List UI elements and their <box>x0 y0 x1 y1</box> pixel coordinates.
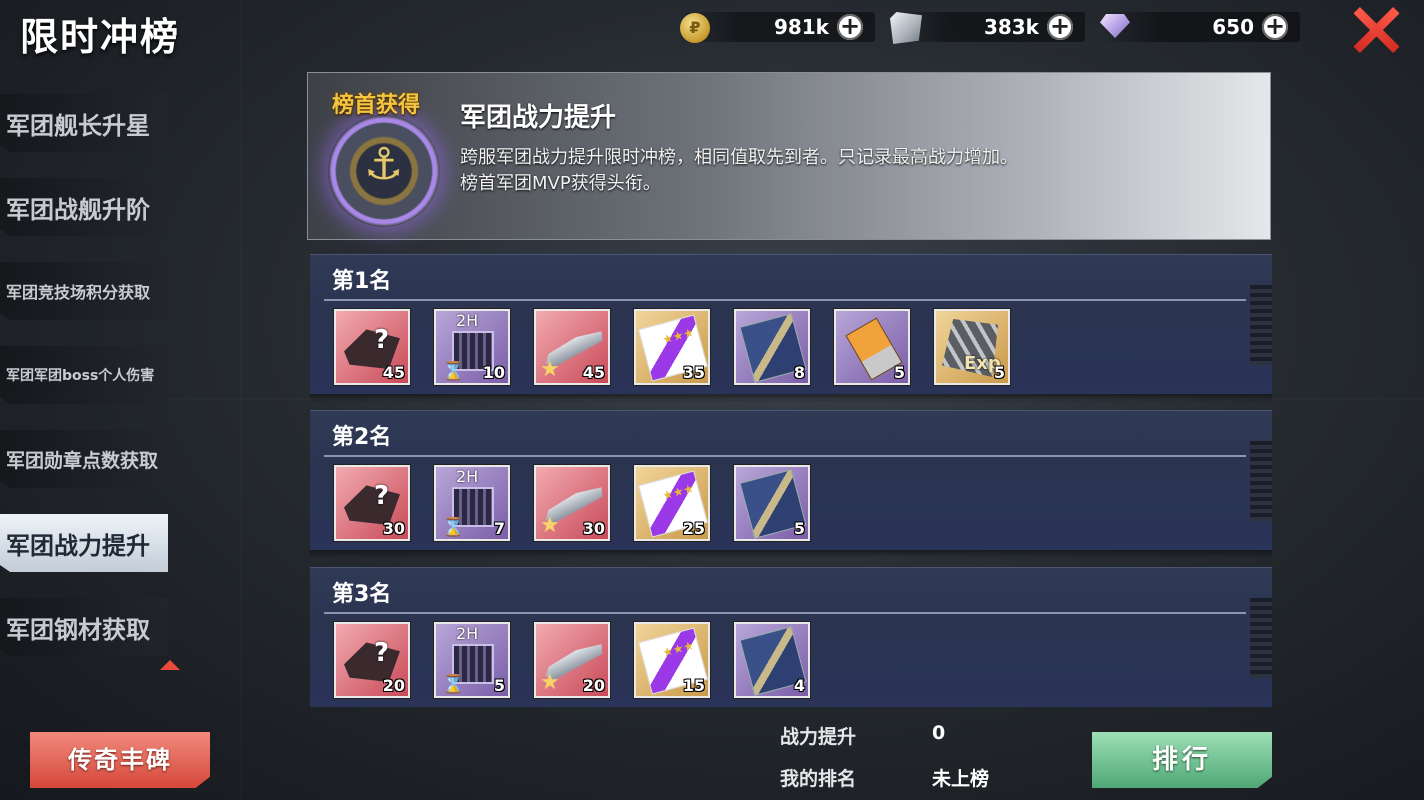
rank-label: 第1名 <box>332 269 392 294</box>
reward-qty: 20 <box>582 676 605 695</box>
add-steel-button[interactable]: + <box>1047 14 1073 40</box>
hourglass-icon: ⌛ <box>442 674 465 695</box>
question-mark-icon: ? <box>374 325 390 355</box>
page-title: 限时冲榜 <box>20 15 181 59</box>
reward-qty: 20 <box>382 676 405 695</box>
steel-icon <box>890 12 922 44</box>
legend-monument-button[interactable]: 传奇丰碑 <box>30 732 210 788</box>
diamond-value: 650 <box>1212 15 1254 39</box>
hourglass-icon: ⌛ <box>442 517 465 538</box>
reward-qty: 25 <box>682 519 705 538</box>
chest-duration-label: 2H <box>456 467 479 486</box>
divider <box>324 455 1246 457</box>
reward-chip[interactable]: 5 <box>834 309 910 385</box>
reward-qty: 15 <box>682 676 705 695</box>
question-mark-icon: ? <box>374 481 390 511</box>
sidebar-item-medal-points[interactable]: 军团勋章点数获取 <box>0 430 168 488</box>
my-rank-value: 未上榜 <box>932 768 990 790</box>
steel-value: 383k <box>983 15 1039 39</box>
reward-exp-ammo[interactable]: Exp 5 <box>934 309 1010 385</box>
reward-qty: 30 <box>382 519 405 538</box>
currency-steel: 383k + <box>890 12 1085 44</box>
add-diamond-button[interactable]: + <box>1262 14 1288 40</box>
sidebar-item-power-boost[interactable]: 军团战力提升 <box>0 514 168 572</box>
gold-value: 981k <box>773 15 829 39</box>
diamond-icon <box>1100 14 1130 38</box>
rank-section-2: 第2名 ? 30 2H ⌛ 7 ★ 30 ★★★ 25 5 <box>310 410 1272 558</box>
reward-qty: 35 <box>682 363 705 382</box>
reward-qty: 10 <box>482 363 505 382</box>
scroll-handle[interactable] <box>1250 598 1272 678</box>
anchor-medal-icon: ⚓ <box>328 115 440 227</box>
rank-section-3: 第3名 ? 20 2H ⌛ 5 ★ 20 ★★★ 15 4 <box>310 567 1272 707</box>
star-icon: ★ <box>540 357 560 382</box>
reward-mystery-ship-fragment[interactable]: ? 30 <box>334 465 410 541</box>
reward-mystery-ship-fragment[interactable]: ? 20 <box>334 622 410 698</box>
question-mark-icon: ? <box>374 638 390 668</box>
power-boost-label: 战力提升 <box>780 726 857 748</box>
reward-qty: 5 <box>493 676 505 695</box>
gold-coin-icon: ₽ <box>680 13 710 43</box>
chest-duration-label: 2H <box>456 624 479 643</box>
event-title: 军团战力提升 <box>460 103 617 133</box>
divider <box>324 612 1246 614</box>
rank-section-1: 第1名 ? 45 2H ⌛ 10 ★ 45 ★★★ 35 8 5 Exp 5 <box>310 254 1272 402</box>
star-icon: ★ <box>540 513 560 538</box>
reward-ship-fragment[interactable]: ★ 30 <box>534 465 610 541</box>
reward-blueprint[interactable]: 5 <box>734 465 810 541</box>
reward-time-chest[interactable]: 2H ⌛ 5 <box>434 622 510 698</box>
reward-qty: 7 <box>493 519 505 538</box>
hourglass-icon: ⌛ <box>442 361 465 382</box>
star-icon: ★ <box>540 670 560 695</box>
reward-qty: 30 <box>582 519 605 538</box>
sidebar-item-ship-rank[interactable]: 军团战舰升阶 <box>0 178 168 236</box>
reward-time-chest[interactable]: 2H ⌛ 10 <box>434 309 510 385</box>
close-icon[interactable] <box>1352 6 1400 54</box>
reward-recruit-card[interactable]: ★★★ 25 <box>634 465 710 541</box>
reward-qty: 5 <box>993 363 1005 382</box>
currency-gold: ₽ 981k + <box>680 12 875 43</box>
anchor-icon: ⚓ <box>364 139 404 190</box>
ranking-button[interactable]: 排行 <box>1092 732 1272 788</box>
reward-qty: 5 <box>793 519 805 538</box>
event-header-card: ⚓ 榜首获得 军团战力提升 跨服军团战力提升限时冲榜，相同值取先到者。只记录最高… <box>307 72 1271 240</box>
reward-blueprint[interactable]: 4 <box>734 622 810 698</box>
sidebar-item-arena-points[interactable]: 军团竞技场积分获取 <box>0 262 168 320</box>
top-reward-label: 榜首获得 <box>332 93 421 118</box>
divider <box>324 299 1246 301</box>
scroll-handle[interactable] <box>1250 441 1272 521</box>
event-description: 跨服军团战力提升限时冲榜，相同值取先到者。只记录最高战力增加。 榜首军团MVP获… <box>460 145 1018 197</box>
rank-label: 第3名 <box>332 582 392 607</box>
reward-ship-fragment[interactable]: ★ 45 <box>534 309 610 385</box>
section-shadow <box>310 550 1272 558</box>
reward-qty: 4 <box>793 676 805 695</box>
sidebar-item-boss-damage[interactable]: 军团军团boss个人伤害 <box>0 346 168 404</box>
reward-qty: 45 <box>382 363 405 382</box>
section-shadow <box>310 394 1272 402</box>
power-boost-value: 0 <box>932 722 946 744</box>
add-gold-button[interactable]: + <box>837 14 863 40</box>
reward-qty: 8 <box>793 363 805 382</box>
scroll-up-arrow-icon[interactable] <box>160 660 180 670</box>
currency-diamond: 650 + <box>1100 12 1300 42</box>
reward-time-chest[interactable]: 2H ⌛ 7 <box>434 465 510 541</box>
reward-qty: 5 <box>893 363 905 382</box>
reward-qty: 45 <box>582 363 605 382</box>
sidebar-item-captain-star[interactable]: 军团舰长升星 <box>0 94 168 152</box>
reward-mystery-ship-fragment[interactable]: ? 45 <box>334 309 410 385</box>
reward-recruit-card[interactable]: ★★★ 15 <box>634 622 710 698</box>
event-desc-line-2: 榜首军团MVP获得头衔。 <box>460 173 661 194</box>
rank-label: 第2名 <box>332 425 392 450</box>
reward-blueprint[interactable]: 8 <box>734 309 810 385</box>
scroll-handle[interactable] <box>1250 285 1272 365</box>
my-rank-label: 我的排名 <box>780 768 857 790</box>
reward-ship-fragment[interactable]: ★ 20 <box>534 622 610 698</box>
currency-bar: ₽ 981k + 383k + 650 + <box>680 8 1300 46</box>
reward-recruit-card[interactable]: ★★★ 35 <box>634 309 710 385</box>
sidebar-item-steel-gain[interactable]: 军团钢材获取 <box>0 598 168 656</box>
chest-duration-label: 2H <box>456 311 479 330</box>
event-desc-line-1: 跨服军团战力提升限时冲榜，相同值取先到者。只记录最高战力增加。 <box>460 147 1018 168</box>
